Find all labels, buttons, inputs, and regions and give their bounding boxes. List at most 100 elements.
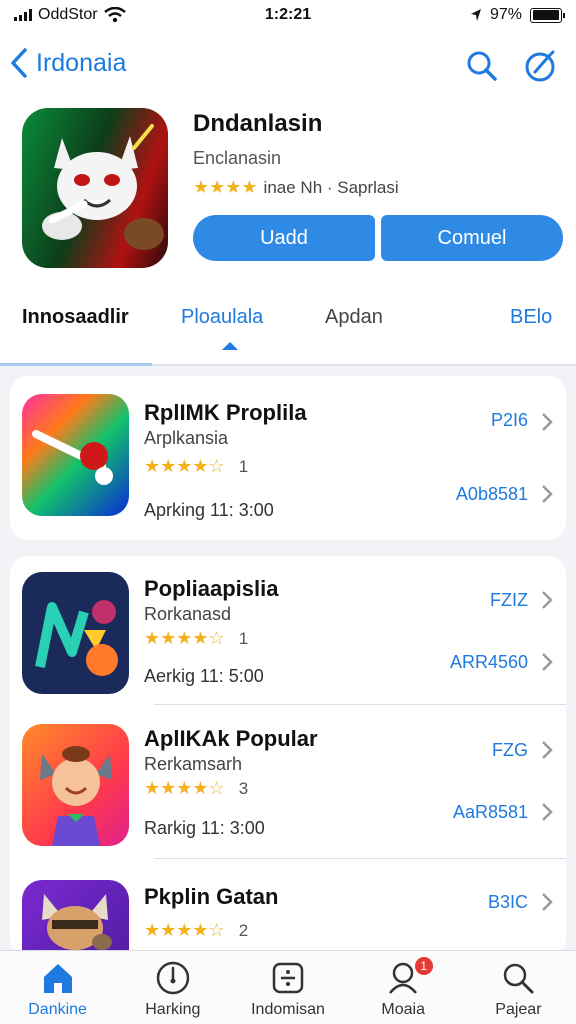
- divide-icon: [272, 962, 304, 994]
- app-icon-3: [22, 724, 129, 846]
- app-icon-1: [22, 394, 129, 516]
- app-code[interactable]: A0b8581: [456, 484, 528, 505]
- status-right: 97%: [470, 6, 565, 24]
- signal-icon: [14, 9, 32, 21]
- chevron-right-icon[interactable]: [540, 652, 554, 672]
- app-card-2: Popliaapislia Rorkanasd ★★★★☆ 1 Aerkig 1…: [10, 556, 566, 1002]
- notification-badge: 1: [414, 957, 433, 975]
- paint-brush-icon: [32, 430, 113, 485]
- status-bar: OddStor 1:2:21 97%: [0, 0, 576, 30]
- row-divider: [154, 704, 566, 705]
- status-left: OddStor: [14, 6, 126, 24]
- tab-3[interactable]: BElo: [510, 306, 552, 329]
- compass-edit-icon: [525, 50, 555, 82]
- abstract-shapes-icon: [35, 600, 118, 676]
- bottom-tab-bar: Dankine Harking Indomisan 1 Moaia Pajear: [0, 950, 576, 1024]
- app-price[interactable]: P2I6: [491, 410, 528, 431]
- tab-indicator-caret: [222, 342, 238, 350]
- app-category: Arplkansia: [144, 428, 229, 448]
- app-price[interactable]: FZIZ: [490, 590, 528, 611]
- app-header: Irdonaia Dndanlasin Enclanasin ★★★★ inae…: [0, 30, 576, 366]
- app-name: AplIKAk Popular: [144, 726, 318, 751]
- primary-action-button[interactable]: Uadd: [193, 215, 375, 261]
- featured-app-rating-text: inae Nh · Saprlasi: [263, 177, 399, 197]
- rating-count: 2: [238, 920, 249, 940]
- wifi-icon: [103, 7, 126, 23]
- featured-app-info: Dndanlasin Enclanasin ★★★★ inae Nh · Sap…: [193, 110, 558, 198]
- search-button[interactable]: [464, 48, 500, 84]
- star-rating-icon: ★★★★: [193, 177, 258, 197]
- app-price[interactable]: B3IC: [488, 892, 528, 913]
- list-item[interactable]: Pkplin Gatan ★★★★☆ 2 B3IC: [10, 860, 566, 1002]
- location-arrow-icon: [470, 9, 481, 21]
- app-code[interactable]: ARR4560: [450, 652, 528, 673]
- featured-app-subtitle: Enclanasin: [193, 148, 282, 168]
- rating-count: 1: [238, 456, 249, 476]
- list-item[interactable]: Popliaapislia Rorkanasd ★★★★☆ 1 Aerkig 1…: [10, 556, 566, 706]
- featured-app-actions: Uadd Comuel: [193, 215, 563, 261]
- star-rating-icon: ★★★★☆: [144, 920, 225, 940]
- featured-app-rating: ★★★★ inae Nh · Saprlasi: [193, 177, 558, 198]
- app-rating: ★★★★☆ 2: [144, 920, 248, 941]
- tabbar-label: Pajear: [495, 1001, 542, 1018]
- tabbar-item-0[interactable]: Dankine: [0, 951, 115, 1024]
- tabbar-item-3[interactable]: 1 Moaia: [346, 951, 461, 1024]
- app-name: Pkplin Gatan: [144, 884, 279, 909]
- tabbar-item-1[interactable]: Harking: [115, 951, 230, 1024]
- back-button[interactable]: Irdonaia: [10, 48, 126, 78]
- tab-1[interactable]: Ploaulala: [181, 306, 263, 329]
- list-item[interactable]: AplIKAk Popular Rerkamsarh ★★★★☆ 3 Rarki…: [10, 706, 566, 860]
- tab-0[interactable]: Innosaadlir: [22, 306, 129, 329]
- compose-button[interactable]: [522, 48, 558, 84]
- app-name: RplIMK Proplila: [144, 400, 307, 425]
- nav-actions: [464, 48, 558, 84]
- app-name: Popliaapislia: [144, 576, 279, 601]
- app-card-1: RplIMK Proplila Arplkansia ★★★★☆ 1 Aprki…: [10, 376, 566, 540]
- tab-underline: [0, 363, 152, 366]
- app-rating: ★★★★☆ 1: [144, 456, 248, 477]
- tabbar-item-2[interactable]: Indomisan: [230, 951, 345, 1024]
- compass-icon: [156, 961, 190, 995]
- cat-mascot-icon: [42, 124, 164, 250]
- tabbar-label: Indomisan: [251, 1001, 325, 1018]
- home-icon: [43, 964, 72, 993]
- segment-tabs: Innosaadlir Ploaulala Apdan BElo: [0, 300, 576, 366]
- app-icon-2: [22, 572, 129, 694]
- chevron-right-icon[interactable]: [540, 412, 554, 432]
- search-icon: [504, 963, 534, 994]
- list-item[interactable]: RplIMK Proplila Arplkansia ★★★★☆ 1 Aprki…: [10, 376, 566, 540]
- chevron-right-icon[interactable]: [540, 484, 554, 504]
- star-rating-icon: ★★★★☆: [144, 778, 225, 798]
- search-icon: [467, 51, 497, 81]
- chevron-right-icon[interactable]: [540, 892, 554, 912]
- rating-count: 3: [238, 778, 249, 798]
- chevron-right-icon[interactable]: [540, 802, 554, 822]
- tabbar-label: Moaia: [381, 1001, 425, 1018]
- featured-app-icon[interactable]: [22, 108, 168, 268]
- cartoon-character-icon: [40, 746, 112, 846]
- tabbar-label: Dankine: [28, 1001, 87, 1018]
- tab-2[interactable]: Apdan: [325, 306, 383, 329]
- tabbar-label: Harking: [145, 1001, 201, 1018]
- secondary-action-button[interactable]: Comuel: [381, 215, 563, 261]
- row-divider: [154, 858, 566, 859]
- app-price[interactable]: FZG: [492, 740, 528, 761]
- star-rating-icon: ★★★★☆: [144, 456, 225, 476]
- carrier-label: OddStor: [38, 6, 98, 23]
- tabbar-item-4[interactable]: Pajear: [461, 951, 576, 1024]
- app-rank: Aprking 11: 3:00: [144, 500, 274, 520]
- chevron-right-icon[interactable]: [540, 740, 554, 760]
- app-code[interactable]: AaR8581: [453, 802, 528, 823]
- app-rating: ★★★★☆ 3: [144, 778, 248, 799]
- app-category: Rorkanasd: [144, 604, 232, 624]
- rating-count: 1: [238, 628, 249, 648]
- battery-percent: 97%: [489, 6, 522, 23]
- app-rating: ★★★★☆ 1: [144, 628, 248, 649]
- app-category: Rerkamsarh: [144, 754, 243, 774]
- app-rank: Aerkig 11: 5:00: [144, 666, 264, 686]
- star-rating-icon: ★★★★☆: [144, 628, 225, 648]
- back-label: Irdonaia: [36, 48, 127, 77]
- featured-app-title: Dndanlasin: [193, 110, 323, 137]
- chevron-right-icon[interactable]: [540, 590, 554, 610]
- battery-icon: [530, 7, 565, 23]
